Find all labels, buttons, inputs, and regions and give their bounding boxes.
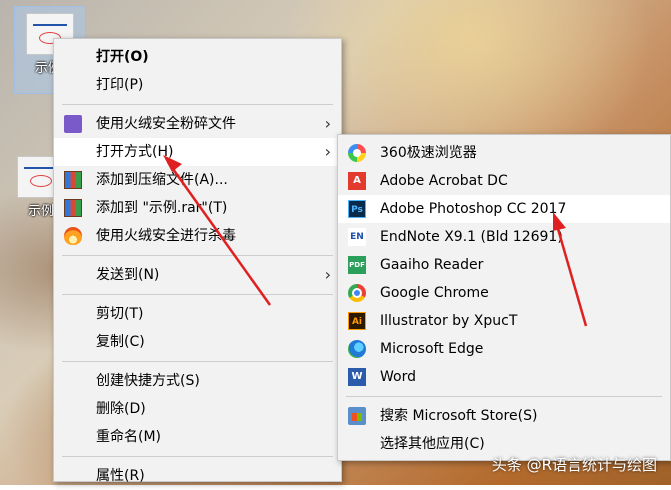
red-arrow-open-with [163, 155, 272, 306]
annotation-arrows [163, 155, 588, 327]
watermark-text: 头条 @R语言统计与绘图 [491, 456, 657, 474]
red-arrow-photoshop [553, 212, 588, 327]
